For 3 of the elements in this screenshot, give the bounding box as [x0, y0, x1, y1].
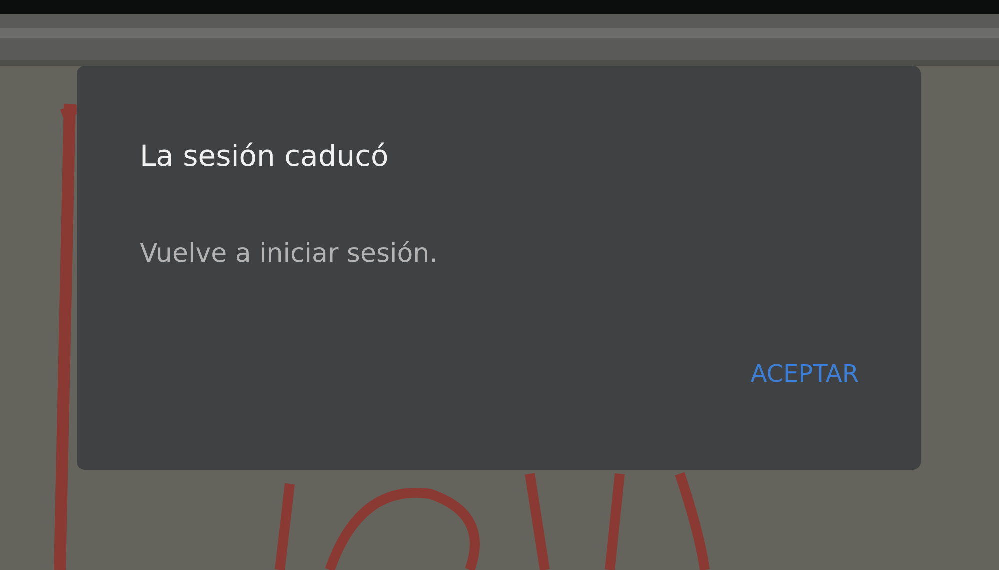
dialog-title: La sesión caducó — [140, 138, 389, 175]
accept-button[interactable]: ACEPTAR — [750, 356, 859, 392]
dialog-message: Vuelve a iniciar sesión. — [140, 238, 438, 271]
